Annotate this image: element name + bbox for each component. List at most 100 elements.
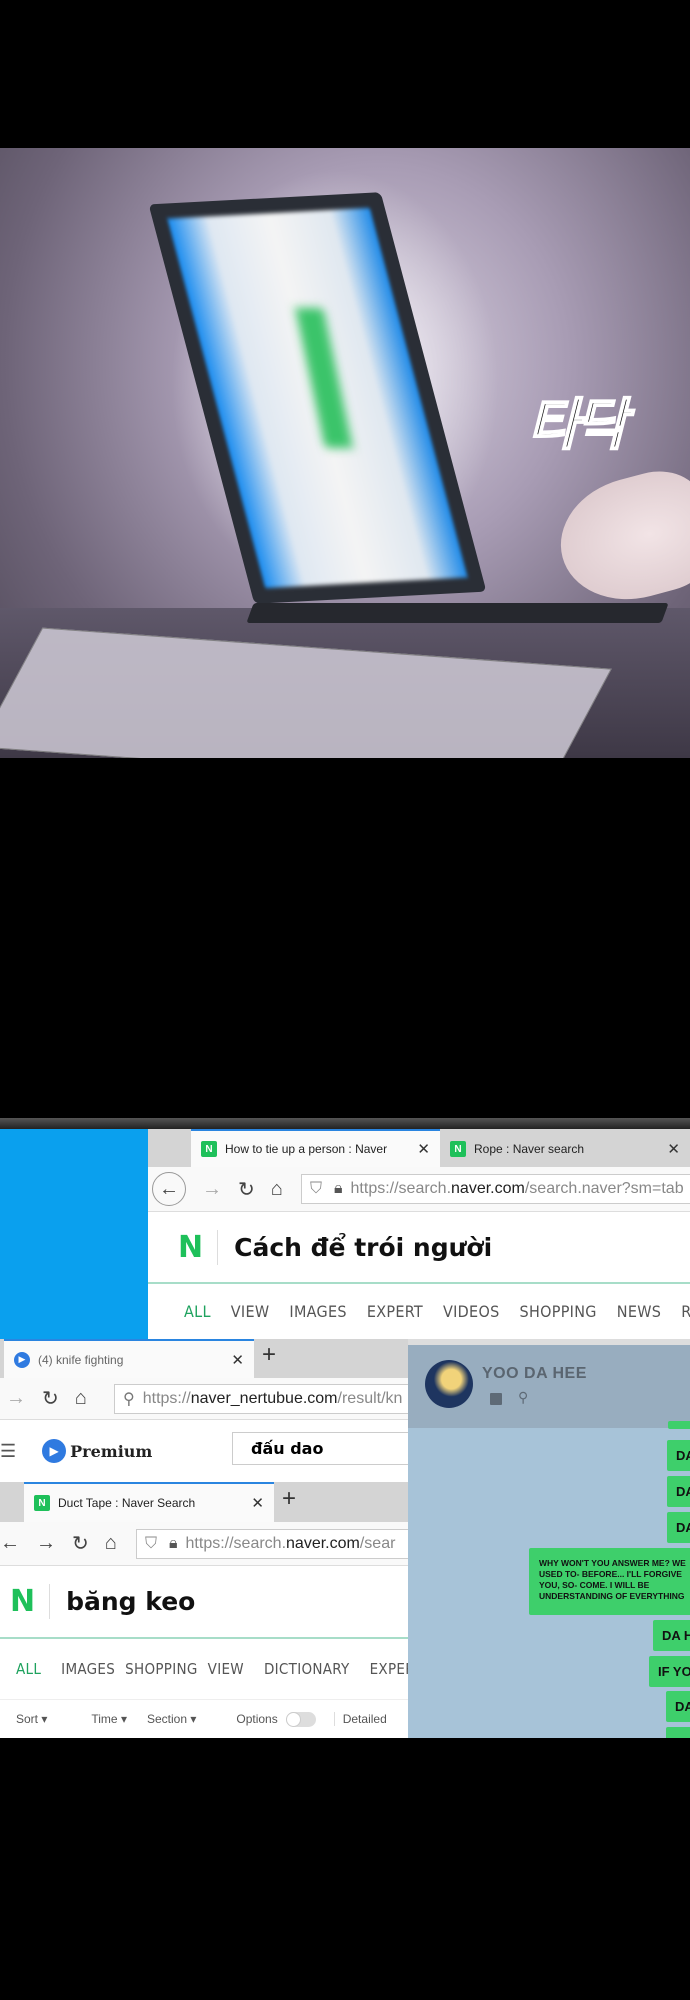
home-icon[interactable]: ⌂ — [271, 1178, 283, 1201]
nav-images[interactable]: IMAGES — [289, 1302, 346, 1321]
forward-icon[interactable]: → — [36, 1532, 56, 1555]
nav-shopping[interactable]: SHOPPING — [125, 1660, 198, 1678]
monitor-bezel — [0, 1118, 690, 1129]
nav-view[interactable]: VIEW — [231, 1302, 270, 1321]
nav-news[interactable]: NEWS — [617, 1302, 661, 1321]
address-bar-row: ← → ↻ ⌂ ⛉ 🔒︎ https://search. naver.com/se… — [148, 1167, 690, 1212]
time-dropdown[interactable]: Time ▾ — [91, 1712, 127, 1726]
tab-bar: N Duct Tape : Naver Search ✕ + — [0, 1482, 408, 1522]
section-label: Section — [146, 1712, 187, 1726]
forward-icon[interactable]: → — [202, 1178, 222, 1201]
archive-icon[interactable] — [490, 1393, 502, 1405]
play-logo-icon: ▶ — [42, 1439, 67, 1463]
search-icon: ⚲ — [123, 1391, 135, 1408]
search-filter-row: Sort ▾ Time ▾ Section ▾ Options Detailed — [0, 1699, 408, 1738]
lock-icon: 🔒︎ — [169, 1535, 178, 1552]
nav-videos[interactable]: VIDEOS — [443, 1302, 500, 1321]
desktop-background — [0, 1129, 148, 1344]
nav-expert[interactable]: EXPER — [370, 1660, 408, 1678]
new-tab-icon[interactable]: + — [282, 1485, 296, 1513]
url-prefix: https://search. — [185, 1535, 287, 1552]
browser-window-1: N How to tie up a person : Naver ✕ N Rop… — [148, 1129, 690, 1339]
naver-n-icon: N — [450, 1141, 466, 1157]
search-header: N băng keo — [0, 1566, 408, 1639]
tab-knife-fighting[interactable]: ▶ (4) knife fighting ✕ — [4, 1339, 254, 1378]
naver-logo[interactable]: N — [178, 1229, 219, 1265]
detailed-label[interactable]: Detailed — [333, 1712, 387, 1726]
naver-n-icon: N — [201, 1141, 217, 1157]
options-toggle[interactable] — [285, 1711, 316, 1727]
nav-all[interactable]: ALL — [184, 1302, 211, 1321]
tab-duct-tape[interactable]: N Duct Tape : Naver Search ✕ — [24, 1482, 274, 1522]
close-tab-icon[interactable]: ✕ — [231, 1351, 244, 1369]
message-bubble: IF YOU — [649, 1656, 690, 1687]
browser-window-2: ▶ (4) knife fighting ✕ + → ↻ ⌂ ⚲ https:/… — [0, 1339, 414, 1482]
message-bubble: DA — [667, 1512, 690, 1543]
nav-dictionary[interactable]: DICTIONARY — [264, 1660, 350, 1678]
search-query[interactable]: băng keo — [66, 1587, 195, 1616]
close-tab-icon[interactable]: ✕ — [251, 1494, 264, 1512]
message-bubble: DA — [666, 1691, 690, 1722]
url-domain: naver.com — [451, 1180, 525, 1197]
nav-expert[interactable]: EXPERT — [367, 1302, 423, 1321]
nav-view[interactable]: VIEW — [208, 1660, 244, 1678]
tab-rope[interactable]: N Rope : Naver search ✕ — [440, 1129, 690, 1167]
tab-bar: N How to tie up a person : Naver ✕ N Rop… — [148, 1129, 690, 1167]
lock-icon: 🔒︎ — [334, 1180, 343, 1197]
video-search-query: đấu dao — [251, 1439, 324, 1458]
section-dropdown[interactable]: Section ▾ — [147, 1712, 196, 1726]
home-icon[interactable]: ⌂ — [105, 1532, 117, 1555]
avatar[interactable] — [425, 1360, 473, 1408]
search-query[interactable]: Cách để trói người — [234, 1233, 492, 1262]
tab-how-to-tie[interactable]: N How to tie up a person : Naver ✕ — [191, 1129, 440, 1167]
naver-logo[interactable]: N — [10, 1584, 51, 1619]
reload-icon[interactable]: ↻ — [72, 1531, 89, 1556]
search-category-nav: ALL VIEW IMAGES EXPERT VIDEOS SHOPPING N… — [148, 1284, 690, 1339]
menu-icon[interactable]: ☰ — [0, 1441, 16, 1462]
message-bubble: DA HE — [653, 1620, 690, 1651]
video-search-input[interactable]: đấu dao — [232, 1432, 412, 1465]
tab-bar: ▶ (4) knife fighting ✕ + — [0, 1339, 408, 1378]
nav-images[interactable]: IMAGES — [61, 1660, 115, 1678]
search-category-nav: ALL IMAGES SHOPPING VIEW DICTIONARY EXPE… — [0, 1639, 408, 1699]
options-label: Options — [236, 1712, 278, 1726]
url-suffix: /result/kn — [337, 1390, 403, 1407]
laptop-base — [246, 603, 669, 623]
laptop-illustration-panel: 타닥 — [0, 148, 690, 758]
reload-icon[interactable]: ↻ — [238, 1177, 255, 1202]
nav-shopping[interactable]: SHOPPING — [520, 1302, 597, 1321]
url-field[interactable]: ⛉ 🔒︎ https://search. naver.com/sear — [136, 1529, 416, 1559]
forward-icon[interactable]: → — [6, 1387, 26, 1410]
message-bubble-long: WHY WON'T YOU ANSWER ME? WE USED TO- BEF… — [529, 1548, 690, 1615]
nav-all[interactable]: ALL — [16, 1660, 41, 1678]
tab-title: How to tie up a person : Naver — [225, 1142, 388, 1156]
tab-title: Rope : Naver search — [474, 1142, 585, 1156]
url-suffix: /sear — [359, 1535, 396, 1552]
url-field[interactable]: ⛉ 🔒︎ https://search. naver.com/search.nav… — [301, 1174, 690, 1204]
close-tab-icon[interactable]: ✕ — [417, 1140, 430, 1158]
home-icon[interactable]: ⌂ — [75, 1387, 87, 1410]
new-tab-icon[interactable]: + — [262, 1341, 276, 1369]
sort-dropdown[interactable]: Sort ▾ — [16, 1712, 47, 1726]
sort-label: Sort — [16, 1712, 39, 1726]
message-bubble-partial — [668, 1421, 690, 1429]
url-prefix: https:// — [142, 1390, 191, 1407]
address-bar-row: ← → ↻ ⌂ ⛉ 🔒︎ https://search. naver.com/se… — [0, 1522, 416, 1566]
browser-window-3: N Duct Tape : Naver Search ✕ + ← → ↻ ⌂ ⛉… — [0, 1482, 416, 1738]
close-tab-icon[interactable]: ✕ — [667, 1140, 680, 1158]
typing-hand — [547, 460, 690, 616]
back-icon[interactable]: ← — [0, 1532, 20, 1555]
video-site-header: ☰ ▶ Premium đấu dao — [0, 1420, 412, 1482]
chat-header: YOO DA HEE ⚲ — [408, 1345, 690, 1428]
play-icon: ▶ — [14, 1351, 30, 1368]
browser-collage-panel: N How to tie up a person : Naver ✕ N Rop… — [0, 1118, 690, 1738]
back-icon[interactable]: ← — [152, 1172, 186, 1206]
nav-real[interactable]: REAL — [681, 1302, 690, 1321]
reload-icon[interactable]: ↻ — [42, 1386, 59, 1411]
url-field[interactable]: ⚲ https://naver_nertubue.com/result/kn — [114, 1384, 414, 1414]
message-bubble: DA — [667, 1440, 690, 1471]
url-domain: naver_nertubue.com — [190, 1390, 338, 1407]
contact-name: YOO DA HEE — [482, 1365, 587, 1382]
location-pin-icon[interactable]: ⚲ — [518, 1389, 528, 1406]
premium-logo[interactable]: Premium — [70, 1442, 152, 1461]
